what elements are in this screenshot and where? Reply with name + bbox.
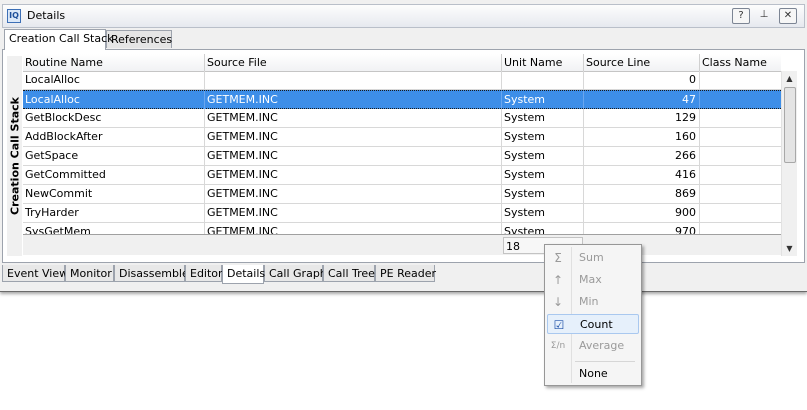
details-panel: IQ Details ? ⊥ ✕ Creation Call Stack Ref… xyxy=(0,0,807,292)
window-title: Details xyxy=(27,9,66,22)
cell-class xyxy=(700,128,781,146)
cell-routine: GetBlockDesc xyxy=(23,109,205,127)
min-icon: ↓ xyxy=(552,295,564,309)
cell-source-line: 869 xyxy=(584,185,700,203)
tab-details[interactable]: Details xyxy=(222,265,265,284)
cell-routine: GetSpace xyxy=(23,147,205,165)
help-icon[interactable]: ? xyxy=(732,8,750,24)
menu-item-sum[interactable]: Σ Sum xyxy=(547,248,639,268)
close-icon[interactable]: ✕ xyxy=(779,8,797,24)
table-row[interactable]: GetBlockDesc GETMEM.INC System 129 xyxy=(23,109,781,128)
cell-class xyxy=(700,147,781,165)
table-row[interactable]: LocalAlloc 0 xyxy=(23,71,781,90)
cell-routine: TryHarder xyxy=(23,204,205,222)
table-row-selected[interactable]: LocalAlloc GETMEM.INC System 47 xyxy=(23,90,781,109)
menu-item-average[interactable]: Σ/n Average xyxy=(547,336,639,356)
cell-class xyxy=(700,109,781,127)
menu-item-none[interactable]: None xyxy=(547,364,639,384)
column-header-class-name[interactable]: Class Name xyxy=(700,54,781,71)
cell-routine: GetCommitted xyxy=(23,166,205,184)
cell-source-line: 266 xyxy=(584,147,700,165)
menu-item-label: Sum xyxy=(579,251,604,264)
app-icon: IQ xyxy=(7,9,21,23)
scroll-down-icon[interactable]: ▼ xyxy=(782,241,797,256)
cell-source-line: 160 xyxy=(584,128,700,146)
sum-icon: Σ xyxy=(554,251,562,265)
table-row[interactable]: NewCommit GETMEM.INC System 869 xyxy=(23,185,781,204)
cell-source-file: GETMEM.INC xyxy=(205,128,502,146)
tab-event-view[interactable]: Event View xyxy=(2,265,68,282)
title-bar: IQ Details ? ⊥ ✕ xyxy=(2,4,805,28)
tab-disassembler[interactable]: Disassembler xyxy=(114,265,193,282)
cell-source-line: 900 xyxy=(584,204,700,222)
cell-class xyxy=(700,71,781,89)
cell-class xyxy=(700,204,781,222)
cell-unit: System xyxy=(502,91,584,109)
menu-item-count[interactable]: ☑ Count xyxy=(547,314,639,334)
grid-footer: 18 xyxy=(23,234,781,255)
tab-monitor[interactable]: Monitor xyxy=(65,265,114,282)
menu-item-label: Min xyxy=(579,295,599,308)
cell-source-file: GETMEM.INC xyxy=(205,166,502,184)
cell-source-file xyxy=(205,71,502,89)
summary-context-menu: Σ Sum ↑ Max ↓ Min ☑ Count Σ/n Average No… xyxy=(544,244,642,386)
call-stack-grid: Routine Name Source File Unit Name Sourc… xyxy=(23,54,781,255)
pin-icon[interactable]: ⊥ xyxy=(755,8,773,24)
cell-unit xyxy=(502,71,584,89)
cell-source-line: 129 xyxy=(584,109,700,127)
count-icon: ☑ xyxy=(553,318,565,332)
table-row[interactable]: GetCommitted GETMEM.INC System 416 xyxy=(23,166,781,185)
cell-source-line: 0 xyxy=(584,71,700,89)
scroll-up-icon[interactable]: ▲ xyxy=(782,71,797,86)
menu-item-min[interactable]: ↓ Min xyxy=(547,292,639,312)
cell-class xyxy=(700,91,781,109)
menu-item-label: Count xyxy=(580,318,613,331)
cell-source-file: GETMEM.INC xyxy=(205,147,502,165)
cell-unit: System xyxy=(502,109,584,127)
menu-item-label: Max xyxy=(579,273,602,286)
cell-source-line: 47 xyxy=(584,91,700,109)
scroll-thumb[interactable] xyxy=(784,87,796,163)
cell-unit: System xyxy=(502,166,584,184)
cell-routine: AddBlockAfter xyxy=(23,128,205,146)
cell-source-file: GETMEM.INC xyxy=(205,185,502,203)
tab-call-graph[interactable]: Call Graph xyxy=(264,265,327,282)
menu-item-label: None xyxy=(579,367,608,380)
cell-routine: NewCommit xyxy=(23,185,205,203)
tab-references[interactable]: References xyxy=(106,30,172,48)
cell-source-file: GETMEM.INC xyxy=(205,109,502,127)
cell-class xyxy=(700,166,781,184)
cell-source-file: GETMEM.INC xyxy=(205,204,502,222)
max-icon: ↑ xyxy=(552,273,564,287)
cell-unit: System xyxy=(502,147,584,165)
menu-item-max[interactable]: ↑ Max xyxy=(547,270,639,290)
menu-separator xyxy=(575,361,635,362)
tab-pe-reader[interactable]: PE Reader xyxy=(375,265,436,282)
cell-routine: LocalAlloc xyxy=(23,91,205,109)
cell-unit: System xyxy=(502,185,584,203)
vertical-scrollbar[interactable]: ▲ ▼ xyxy=(781,71,797,256)
average-icon: Σ/n xyxy=(550,341,566,351)
column-header-unit-name[interactable]: Unit Name xyxy=(502,54,584,71)
column-header-routine-name[interactable]: Routine Name xyxy=(23,54,205,71)
tab-call-tree[interactable]: Call Tree xyxy=(323,265,375,282)
side-label: Creation Call Stack xyxy=(7,56,22,256)
cell-routine: LocalAlloc xyxy=(23,71,205,89)
tab-editor[interactable]: Editor xyxy=(185,265,223,282)
grid-header: Routine Name Source File Unit Name Sourc… xyxy=(23,54,781,72)
column-header-source-file[interactable]: Source File xyxy=(205,54,502,71)
cell-unit: System xyxy=(502,128,584,146)
column-header-source-line[interactable]: Source Line xyxy=(584,54,700,71)
table-row[interactable]: TryHarder GETMEM.INC System 900 xyxy=(23,204,781,223)
tab-creation-call-stack[interactable]: Creation Call Stack xyxy=(4,29,114,50)
menu-item-label: Average xyxy=(579,339,625,352)
cell-source-file: GETMEM.INC xyxy=(205,91,502,109)
cell-source-line: 416 xyxy=(584,166,700,184)
table-row[interactable]: AddBlockAfter GETMEM.INC System 160 xyxy=(23,128,781,147)
cell-class xyxy=(700,185,781,203)
cell-unit: System xyxy=(502,204,584,222)
side-label-text: Creation Call Stack xyxy=(8,97,21,215)
table-row[interactable]: GetSpace GETMEM.INC System 266 xyxy=(23,147,781,166)
